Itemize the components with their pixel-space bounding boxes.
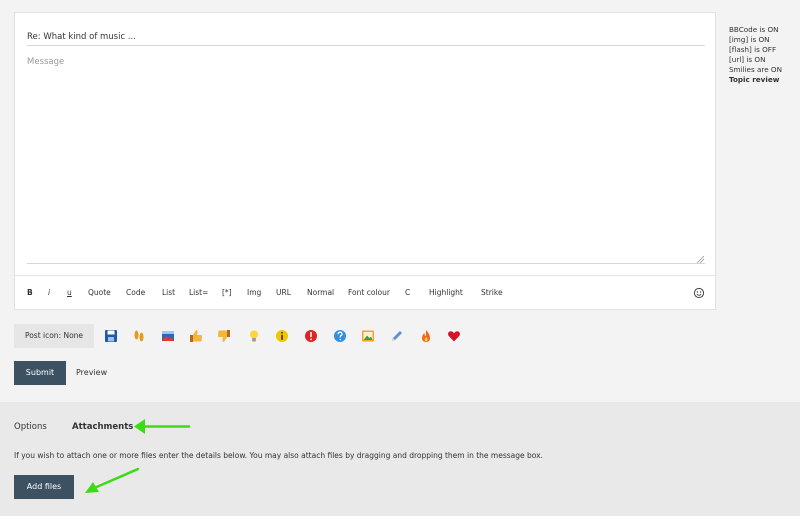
- bold-button[interactable]: B: [27, 286, 33, 300]
- tab-options[interactable]: Options: [14, 421, 47, 433]
- topic-review-link[interactable]: Topic review: [729, 75, 782, 85]
- highlight-button[interactable]: Highlight: [429, 286, 463, 300]
- quote-button[interactable]: Quote: [88, 286, 111, 300]
- italic-button[interactable]: i: [48, 286, 50, 300]
- attachments-info-text: If you wish to attach one or more files …: [14, 451, 543, 460]
- footprints-icon[interactable]: [132, 329, 146, 343]
- underline-button[interactable]: u: [67, 286, 72, 300]
- c-button[interactable]: C: [405, 286, 410, 300]
- url-status: [url] is ON: [729, 55, 766, 64]
- thumbs-up-icon[interactable]: [189, 329, 203, 343]
- ordered-list-button[interactable]: List=: [189, 286, 208, 300]
- pencil-icon[interactable]: [390, 329, 404, 343]
- post-options-area: Options Attachments If you wish to attac…: [0, 402, 800, 516]
- toolbar-divider: [15, 275, 717, 276]
- subject-input[interactable]: [27, 29, 705, 46]
- img-status: [img] is ON: [729, 35, 770, 44]
- url-button[interactable]: URL: [276, 286, 291, 300]
- picture-icon[interactable]: [161, 329, 175, 343]
- floppy-disk-icon[interactable]: [104, 329, 118, 343]
- arrow-annotation-icon: [134, 419, 191, 434]
- editor-area: B i u Quote Code List List= [*] Img URL …: [0, 0, 800, 402]
- info-icon[interactable]: [275, 329, 289, 343]
- smilies-status: Smilies are ON: [729, 65, 782, 74]
- tab-attachments[interactable]: Attachments: [72, 421, 133, 433]
- list-button[interactable]: List: [162, 286, 175, 300]
- resize-grip-icon[interactable]: [696, 255, 704, 263]
- bbcode-status-panel: BBCode is ON [img] is ON [flash] is OFF …: [729, 25, 782, 85]
- message-textarea[interactable]: [27, 57, 705, 264]
- font-colour-button[interactable]: Font colour: [348, 286, 390, 300]
- format-toolbar: B i u Quote Code List List= [*] Img URL …: [15, 286, 717, 300]
- flash-status: [flash] is OFF: [729, 45, 777, 54]
- image-icon[interactable]: [361, 329, 375, 343]
- question-icon[interactable]: [333, 329, 347, 343]
- exclamation-icon[interactable]: [304, 329, 318, 343]
- fire-icon[interactable]: [419, 329, 433, 343]
- smiley-icon[interactable]: [693, 286, 705, 300]
- list-item-button[interactable]: [*]: [222, 286, 232, 300]
- font-size-button[interactable]: Normal: [307, 286, 334, 300]
- post-editor-panel: B i u Quote Code List List= [*] Img URL …: [14, 12, 717, 310]
- strike-button[interactable]: Strike: [481, 286, 503, 300]
- lightbulb-icon[interactable]: [247, 329, 261, 343]
- submit-button[interactable]: Submit: [14, 361, 66, 385]
- arrow-annotation-icon: [85, 467, 140, 493]
- heart-icon[interactable]: [447, 329, 461, 343]
- bbcode-status: BBCode is ON: [729, 25, 779, 34]
- code-button[interactable]: Code: [126, 286, 145, 300]
- preview-button[interactable]: Preview: [76, 361, 107, 385]
- post-icon-none-button[interactable]: Post icon: None: [14, 324, 94, 348]
- add-files-button[interactable]: Add files: [14, 475, 74, 499]
- thumbs-down-icon[interactable]: [217, 329, 231, 343]
- img-button[interactable]: Img: [247, 286, 261, 300]
